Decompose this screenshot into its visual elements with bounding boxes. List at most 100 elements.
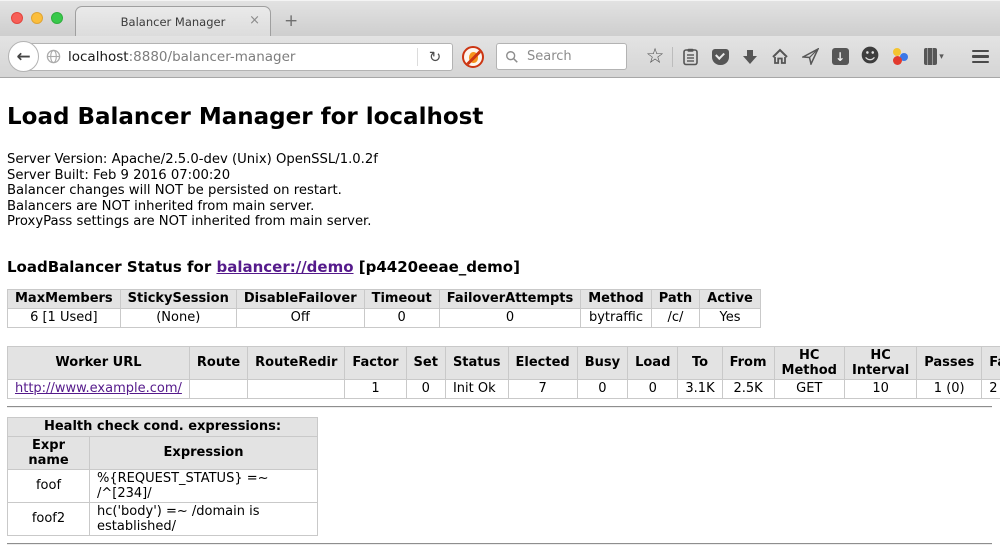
balancer_table-header: DisableFailover (236, 289, 364, 308)
worker_table-header: To (678, 346, 722, 379)
worker_table-link[interactable]: http://www.example.com/ (15, 381, 182, 396)
worker_table-cell: 0 (406, 379, 445, 398)
worker_table-header: Factor (345, 346, 406, 379)
tab-title: Balancer Manager (121, 15, 226, 29)
worker_table-cell: 10 (844, 379, 916, 398)
worker_table-header: From (722, 346, 774, 379)
worker_table-header: Status (445, 346, 508, 379)
home-icon[interactable] (765, 48, 795, 65)
flame-icon (469, 52, 478, 63)
minimize-window-button[interactable] (31, 12, 43, 24)
back-icon: ← (16, 47, 30, 67)
balancer_table-cell: Yes (700, 308, 761, 327)
new-tab-button[interactable]: + (284, 13, 298, 30)
server-info: Server Version: Apache/2.5.0-dev (Unix) … (7, 152, 992, 230)
download-manager-icon[interactable]: ↓ (832, 48, 849, 65)
balancer_table-header: FailoverAttempts (439, 289, 581, 308)
worker_table-header: Busy (577, 346, 627, 379)
container-addon-icon[interactable]: ▾ (915, 48, 953, 65)
worker_table-header: Route (189, 346, 247, 379)
tab-close-icon[interactable]: × (249, 14, 260, 28)
balancer_table-header: Active (700, 289, 761, 308)
worker_table-cell: 1 (0) (917, 379, 982, 398)
balancer_table-cell: 0 (364, 308, 439, 327)
url-host: localhost (68, 49, 129, 65)
divider (672, 47, 673, 67)
url-bar[interactable]: localhost:8880/balancer-manager ↻ (25, 43, 453, 71)
browser-toolbar: ← localhost:8880/balancer-manager ↻ ☆ (0, 36, 1000, 78)
downloads-icon[interactable] (735, 49, 765, 65)
balancer-status-table: MaxMembersStickySessionDisableFailoverTi… (7, 289, 761, 328)
status-heading-prefix: LoadBalancer Status for (7, 258, 216, 276)
worker_table-cell: 7 (508, 379, 577, 398)
worker_table-header: Load (628, 346, 678, 379)
worker_table-cell (189, 379, 247, 398)
balancer_table-cell: (None) (120, 308, 236, 327)
worker_table-header: Set (406, 346, 445, 379)
worker_table-cell: 1 (345, 379, 406, 398)
worker_table-header: HC Method (774, 346, 844, 379)
container-icon (924, 48, 937, 65)
page-content: Load Balancer Manager for localhost Serv… (0, 78, 1000, 545)
search-icon (505, 50, 519, 64)
menu-icon[interactable] (972, 50, 989, 64)
worker_table-cell: 2.5K (722, 379, 774, 398)
window-controls (11, 12, 63, 24)
health_table-cell: foof (8, 469, 90, 502)
balancer_table-header: MaxMembers (8, 289, 121, 308)
table-row: foof2hc('body') =~ /domain is establishe… (8, 502, 318, 535)
back-button[interactable]: ← (8, 41, 39, 72)
worker_table-cell: 2 (0) (982, 379, 1000, 398)
worker_table-cell: 0 (577, 379, 627, 398)
table-row: http://www.example.com/10Init Ok7003.1K2… (8, 379, 1000, 398)
loadbalancer-status-heading: LoadBalancer Status for balancer://demo … (7, 258, 992, 276)
health-check-expressions-table: Health check cond. expressions:Expr name… (7, 417, 318, 536)
toolbar-icons: ☆ (640, 46, 1000, 67)
worker_table-cell: GET (774, 379, 844, 398)
url-text: localhost:8880/balancer-manager (68, 49, 295, 65)
search-input[interactable] (525, 48, 615, 65)
worker_table-header: RouteRedir (248, 346, 345, 379)
table-row: foof%{REQUEST_STATUS} =~ /^[234]/ (8, 469, 318, 502)
worker_table-cell: Init Ok (445, 379, 508, 398)
reading-list-icon[interactable] (675, 48, 705, 66)
worker_table-cell: 3.1K (678, 379, 722, 398)
divider (7, 406, 992, 408)
server-version-line: Server Version: Apache/2.5.0-dev (Unix) … (7, 152, 992, 168)
balancer_table-header: Path (651, 289, 699, 308)
browser-tab[interactable]: Balancer Manager × (75, 6, 271, 36)
zoom-window-button[interactable] (51, 12, 63, 24)
health_table-header: Expr name (8, 436, 90, 469)
worker_table-cell: http://www.example.com/ (8, 379, 190, 398)
colored-dots-addon-icon[interactable] (891, 48, 909, 66)
balancer_table-cell: Off (236, 308, 364, 327)
worker_table-cell: 0 (628, 379, 678, 398)
balancer_table-cell: bytraffic (581, 308, 651, 327)
chevron-down-icon[interactable]: ▾ (939, 52, 944, 62)
balancer-demo-link[interactable]: balancer://demo (216, 258, 353, 276)
globe-icon (46, 49, 61, 64)
search-bar[interactable] (496, 43, 627, 70)
send-tab-icon[interactable] (795, 48, 825, 65)
page-title: Load Balancer Manager for localhost (7, 104, 992, 130)
pocket-icon[interactable] (712, 49, 729, 65)
table-row: 6 [1 Used](None)Off00bytraffic/c/Yes (8, 308, 761, 327)
browser-titlebar: Balancer Manager × + (0, 0, 1000, 36)
worker_table-cell (248, 379, 345, 398)
worker_table-header: Passes (917, 346, 982, 379)
server-built-line: Server Built: Feb 9 2016 07:00:20 (7, 168, 992, 184)
flash-blocked-icon[interactable] (462, 46, 484, 68)
health_table-header: Expression (90, 436, 318, 469)
health_table-cell: hc('body') =~ /domain is established/ (90, 502, 318, 535)
emoji-icon[interactable]: ☻ (860, 47, 880, 66)
close-window-button[interactable] (11, 12, 23, 24)
balancer_table-cell: /c/ (651, 308, 699, 327)
balancer_table-header: StickySession (120, 289, 236, 308)
worker-status-table: Worker URLRouteRouteRedirFactorSetStatus… (7, 346, 1000, 399)
health_table-cell: %{REQUEST_STATUS} =~ /^[234]/ (90, 469, 318, 502)
reload-icon[interactable]: ↻ (418, 48, 452, 66)
bookmark-star-icon[interactable]: ☆ (646, 46, 665, 67)
health_table-cell: foof2 (8, 502, 90, 535)
worker_table-header: HC Interval (844, 346, 916, 379)
balancer_table-cell: 0 (439, 308, 581, 327)
